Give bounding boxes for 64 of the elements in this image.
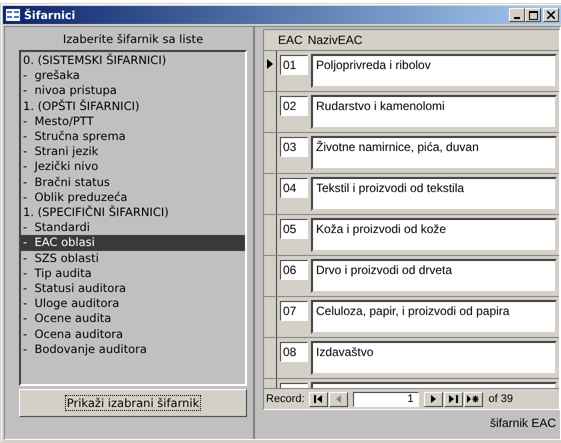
list-item[interactable]: 1. (SPECIFIČNI ŠIFARNICI) [21, 205, 245, 220]
first-record-button[interactable] [308, 392, 328, 406]
list-item[interactable]: - Ocene audita [21, 311, 245, 327]
list-item[interactable]: - Statusi auditora [21, 281, 245, 296]
record-selector[interactable] [264, 51, 277, 91]
new-record-icon [467, 395, 480, 403]
show-button[interactable]: Prikaži izabrani šifarnik [19, 389, 247, 417]
record-count: of 39 [488, 393, 513, 405]
current-record-icon [267, 59, 273, 69]
eac-field[interactable]: 02 [280, 96, 308, 116]
previous-record-button[interactable] [328, 392, 348, 406]
list-item[interactable]: - SZS oblasti [21, 250, 245, 266]
list-item[interactable]: - Standardi [21, 220, 245, 236]
list-item[interactable]: - Bračni status [21, 174, 245, 190]
column-header: EAC [278, 33, 303, 47]
last-icon [448, 395, 458, 403]
eac-field[interactable]: 08 [280, 342, 308, 362]
record-number-field[interactable]: 1 [352, 392, 419, 406]
eac-field[interactable]: 05 [280, 219, 308, 239]
list-item[interactable]: - Tip audita [21, 266, 245, 282]
name-field[interactable]: Celuloza, papir, i proizvodi od papira [311, 300, 557, 334]
close-button[interactable] [543, 8, 559, 22]
name-field[interactable]: Tekstil i proizvodi od tekstila [311, 177, 557, 211]
name-field[interactable]: Životne namirnice, pića, duvan [311, 136, 557, 170]
list-item[interactable]: - Jezički nivo [21, 159, 245, 175]
form-icon [6, 9, 20, 21]
eac-field[interactable]: 01 [280, 55, 308, 75]
list-box[interactable] [19, 50, 247, 386]
list-item[interactable]: - Mesto/PTT [21, 114, 245, 130]
next-icon [430, 395, 436, 403]
first-icon [314, 395, 323, 403]
list-item[interactable]: - grešaka [21, 68, 245, 84]
name-field[interactable]: Rudarstvo i kamenolomi [311, 95, 557, 129]
list-item[interactable]: 1. (OPŠTI ŠIFARNICI) [21, 98, 245, 114]
name-field[interactable]: Koža i proizvodi od kože [311, 218, 557, 252]
list-item[interactable]: 0. (SISTEMSKI ŠIFARNICI) [21, 53, 245, 68]
column-header: NazivEAC [308, 33, 362, 47]
list-item[interactable]: - Ocena auditora [21, 326, 245, 342]
name-field[interactable]: Poljoprivreda i ribolov [311, 54, 557, 88]
last-record-button[interactable] [444, 392, 463, 406]
new-record-button[interactable] [464, 392, 483, 406]
name-field[interactable]: Izdavaštvo [311, 341, 557, 375]
footer-label: šifarnik EAC [490, 416, 556, 432]
maximize-button[interactable] [525, 8, 541, 22]
eac-field[interactable]: 07 [280, 301, 308, 321]
eac-field[interactable]: 04 [280, 178, 308, 198]
eac-field[interactable]: 06 [280, 260, 308, 280]
list-heading: Izaberite šifarnik sa liste [62, 31, 204, 48]
window-title: Šifarnici [24, 8, 76, 22]
next-record-button[interactable] [424, 392, 443, 406]
close-icon [547, 11, 555, 19]
maximize-icon [528, 10, 538, 20]
list-item[interactable]: - nivoa pristupa [21, 83, 245, 99]
minimize-button[interactable] [509, 8, 525, 22]
list-item[interactable]: - Stručna sprema [21, 129, 245, 144]
name-field[interactable]: Drvo i proizvodi od drveta [311, 259, 557, 293]
previous-icon [336, 395, 341, 403]
list-item[interactable]: - Bodovanje auditora [21, 342, 245, 358]
list-item[interactable]: - Oblik preduzeća [21, 190, 245, 206]
list-item[interactable]: - Strani jezik [21, 144, 245, 160]
list-item[interactable]: - EAC oblasi [21, 235, 245, 251]
record-label: Record: [266, 393, 305, 405]
eac-field[interactable]: 03 [280, 137, 308, 157]
list-item[interactable]: - Uloge auditora [21, 296, 245, 312]
